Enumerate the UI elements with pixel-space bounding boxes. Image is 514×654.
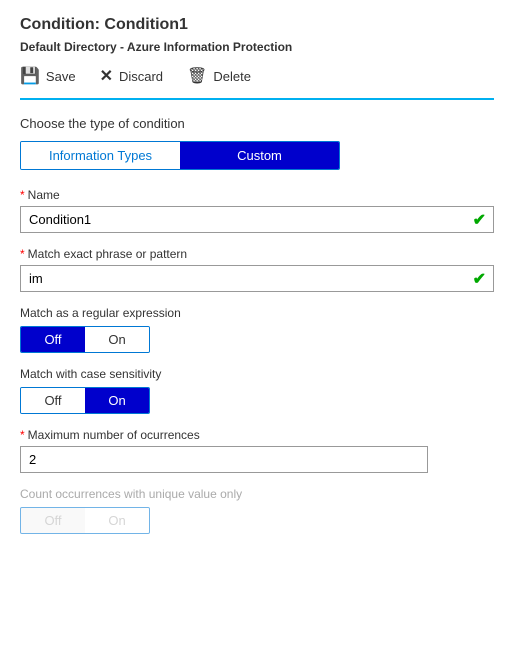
name-required-star: * xyxy=(20,188,25,202)
save-icon: 💾 xyxy=(20,66,40,86)
max-occurrences-group: *Maximum number of ocurrences xyxy=(20,428,494,473)
discard-icon: ✕ xyxy=(100,66,113,86)
regex-toggle-group: Match as a regular expression Off On xyxy=(20,306,494,353)
regex-label: Match as a regular expression xyxy=(20,306,494,320)
case-on-button[interactable]: On xyxy=(85,388,149,413)
match-field-group: *Match exact phrase or pattern ✔ xyxy=(20,247,494,292)
match-input[interactable] xyxy=(20,265,494,292)
page-title: Condition: Condition1 xyxy=(20,16,494,34)
name-input[interactable] xyxy=(20,206,494,233)
max-occ-required-star: * xyxy=(20,428,25,442)
match-valid-icon: ✔ xyxy=(473,269,486,289)
toolbar: 💾 Save ✕ Discard 🗑 Delete xyxy=(20,66,494,100)
regex-toggle: Off On xyxy=(20,326,150,353)
save-label: Save xyxy=(46,69,76,84)
count-unique-toggle: Off On xyxy=(20,507,150,534)
max-occurrences-input[interactable] xyxy=(20,446,428,473)
count-unique-on-button: On xyxy=(85,508,149,533)
match-input-wrapper: ✔ xyxy=(20,265,494,292)
page-subtitle: Default Directory - Azure Information Pr… xyxy=(20,40,494,54)
count-unique-off-button: Off xyxy=(21,508,85,533)
case-off-button[interactable]: Off xyxy=(21,388,85,413)
name-field-group: *Name ✔ xyxy=(20,188,494,233)
delete-button[interactable]: 🗑 Delete xyxy=(187,66,251,86)
match-label: *Match exact phrase or pattern xyxy=(20,247,494,261)
name-valid-icon: ✔ xyxy=(473,210,486,230)
tab-information-types[interactable]: Information Types xyxy=(21,142,180,169)
name-label: *Name xyxy=(20,188,494,202)
match-required-star: * xyxy=(20,247,25,261)
name-input-wrapper: ✔ xyxy=(20,206,494,233)
regex-off-button[interactable]: Off xyxy=(21,327,85,352)
condition-type-label: Choose the type of condition xyxy=(20,116,494,131)
delete-icon: 🗑 xyxy=(187,66,207,86)
regex-on-button[interactable]: On xyxy=(85,327,149,352)
tab-custom[interactable]: Custom xyxy=(180,142,339,169)
case-sensitivity-toggle: Off On xyxy=(20,387,150,414)
discard-label: Discard xyxy=(119,69,163,84)
case-sensitivity-group: Match with case sensitivity Off On xyxy=(20,367,494,414)
count-unique-group: Count occurrences with unique value only… xyxy=(20,487,494,534)
count-unique-label: Count occurrences with unique value only xyxy=(20,487,494,501)
case-sensitivity-label: Match with case sensitivity xyxy=(20,367,494,381)
save-button[interactable]: 💾 Save xyxy=(20,66,76,86)
discard-button[interactable]: ✕ Discard xyxy=(100,66,163,86)
max-occ-label: *Maximum number of ocurrences xyxy=(20,428,494,442)
condition-type-tabs: Information Types Custom xyxy=(20,141,340,170)
delete-label: Delete xyxy=(213,69,251,84)
